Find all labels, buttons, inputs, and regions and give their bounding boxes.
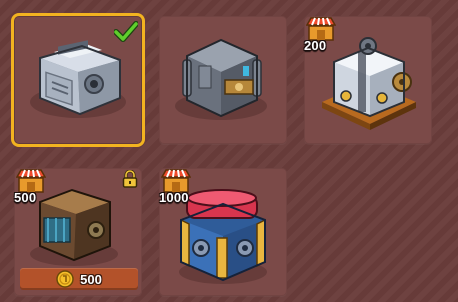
price-label: 200	[304, 38, 327, 53]
coin-cost: 500	[80, 271, 102, 287]
coin-icon	[56, 270, 74, 288]
price-label: 500	[14, 190, 37, 205]
item-card-steel-safe[interactable]	[14, 16, 142, 144]
item-card-white-gear-cube[interactable]: 200	[304, 16, 432, 144]
item-card-wooden-vault[interactable]: 500 500	[14, 168, 142, 296]
item-card-gear-safe[interactable]	[159, 16, 287, 144]
buy-button[interactable]: 500	[20, 268, 138, 290]
check-icon	[114, 21, 138, 42]
lock-icon	[122, 170, 138, 188]
price-label: 1000	[159, 190, 189, 205]
gear-safe-image	[175, 38, 267, 120]
item-card-red-gold-vault[interactable]: 1000	[159, 168, 287, 296]
